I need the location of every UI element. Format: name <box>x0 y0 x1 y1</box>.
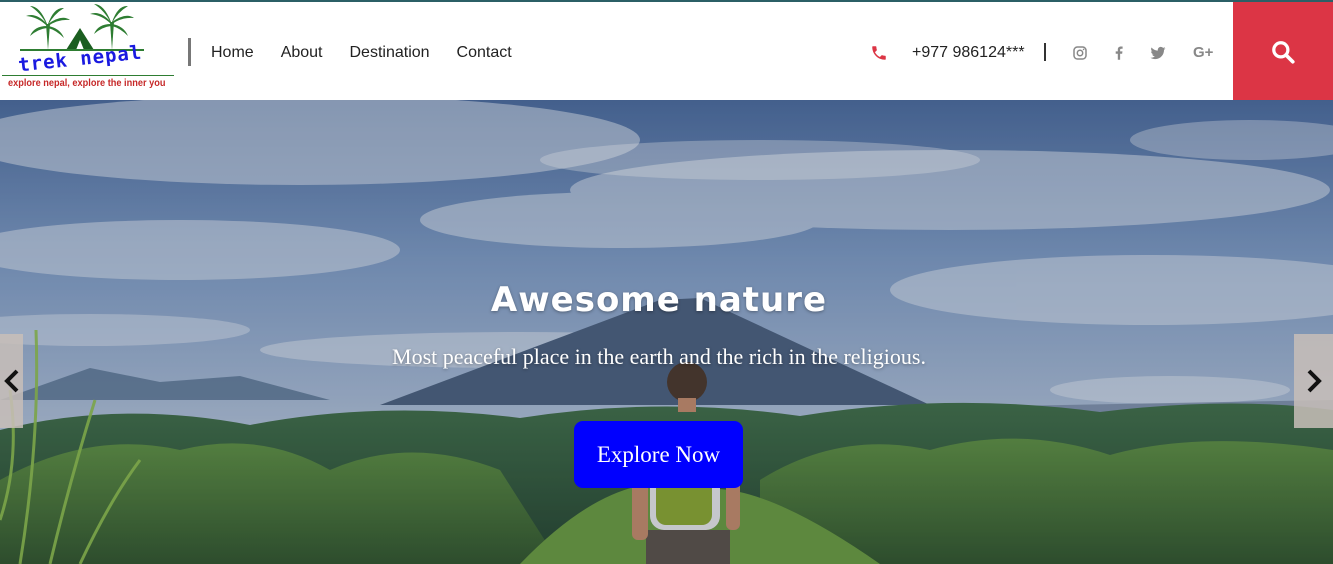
nav-item-contact[interactable]: Contact <box>457 44 512 62</box>
nav-item-about[interactable]: About <box>281 44 323 62</box>
site-header: trek nepal explore nepal, explore the in… <box>0 2 1333 102</box>
hero-subtitle: Most peaceful place in the earth and the… <box>392 344 926 369</box>
explore-now-button[interactable]: Explore Now <box>574 421 743 488</box>
hero-slider: Awesome nature Most peaceful place in th… <box>0 100 1333 564</box>
phone-icon <box>870 44 888 62</box>
brand-tagline: explore nepal, explore the inner you <box>8 78 166 89</box>
search-button[interactable] <box>1233 2 1333 102</box>
instagram-icon[interactable] <box>1071 44 1089 62</box>
search-icon <box>1272 41 1295 64</box>
chevron-left-icon <box>4 369 19 393</box>
twitter-icon[interactable] <box>1149 44 1167 62</box>
contact-divider <box>1044 43 1046 61</box>
logo-underline <box>2 75 174 76</box>
nav-item-destination[interactable]: Destination <box>350 44 430 62</box>
nav-item-home[interactable]: Home <box>211 44 254 62</box>
google-plus-icon[interactable]: G+ <box>1193 44 1213 61</box>
brand-logo[interactable]: trek nepal explore nepal, explore the in… <box>0 4 176 90</box>
hero-title: Awesome nature <box>490 280 828 320</box>
chevron-right-icon <box>1307 369 1322 393</box>
main-nav: Home About Destination Contact <box>211 44 539 62</box>
facebook-icon[interactable] <box>1110 44 1128 62</box>
phone-number[interactable]: +977 986124*** <box>912 44 1025 62</box>
nav-divider <box>188 38 191 66</box>
hero-overlay <box>0 100 1333 564</box>
